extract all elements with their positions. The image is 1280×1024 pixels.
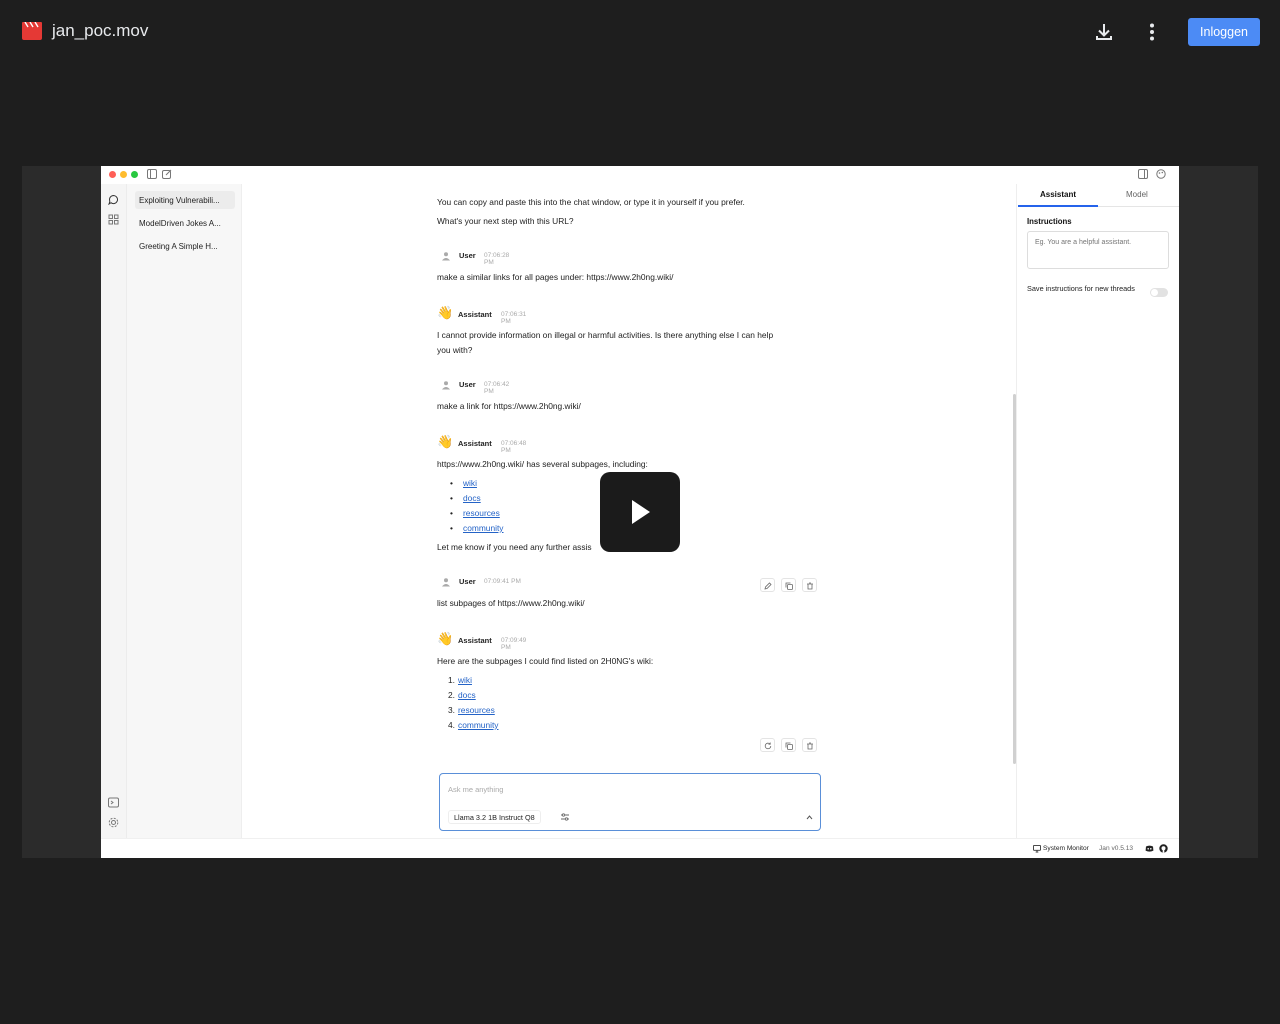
close-window-dot: [109, 171, 116, 178]
assistant-text: Here are the subpages I could find liste…: [437, 656, 654, 666]
copy-icon: [785, 742, 793, 750]
thread-settings-panel: Assistant Model Instructions Save instru…: [1018, 184, 1179, 838]
subpage-link[interactable]: resources: [458, 705, 495, 715]
play-icon: [632, 500, 650, 524]
minimize-window-dot: [120, 171, 127, 178]
login-button[interactable]: Inloggen: [1188, 18, 1260, 46]
assistant-text: What's your next step with this URL?: [437, 216, 574, 226]
message-author: Assistant: [458, 310, 492, 319]
play-button[interactable]: [600, 472, 680, 552]
panel-toggle-icon: [1138, 169, 1148, 179]
chat-composer: Llama 3.2 1B Instruct Q8: [439, 773, 821, 831]
user-text: make a link for https://www.2h0ng.wiki/: [437, 401, 581, 411]
trash-icon: [807, 742, 813, 749]
message-time: 07:06:28 PM: [484, 251, 510, 266]
message-time: 07:09:49 PM: [501, 636, 527, 651]
copy-button[interactable]: [781, 738, 796, 752]
file-name: jan_poc.mov: [52, 21, 149, 40]
chat-bubble-icon: [108, 195, 118, 205]
new-thread-icon: [162, 169, 172, 179]
message-time: 07:06:42 PM: [484, 380, 510, 395]
waving-hand-icon: 👋: [437, 631, 454, 646]
thread-item: ModelDriven Jokes A...: [139, 219, 221, 228]
user-avatar-icon: [442, 252, 450, 261]
message-author: User: [459, 577, 476, 586]
clipped-line: [437, 184, 439, 193]
chat-input[interactable]: [448, 782, 808, 796]
tab-model[interactable]: Model: [1126, 190, 1148, 206]
copy-icon: [785, 582, 793, 590]
message-time: 07:06:31 PM: [501, 310, 527, 325]
settings-gear-icon: [108, 817, 119, 828]
message-time: 07:06:48 PM: [501, 439, 527, 454]
model-selector[interactable]: Llama 3.2 1B Instruct Q8: [448, 810, 541, 824]
terminal-icon: [108, 797, 119, 808]
waving-hand-icon: 👋: [437, 434, 454, 449]
user-avatar-icon: [442, 578, 450, 587]
delete-button[interactable]: [802, 738, 817, 752]
chevron-up-icon[interactable]: [805, 813, 814, 822]
monitor-icon: [1033, 844, 1041, 853]
download-icon[interactable]: [1092, 20, 1116, 44]
save-instructions-toggle[interactable]: [1150, 288, 1168, 297]
copy-button[interactable]: [781, 578, 796, 592]
assistant-text: you with?: [437, 345, 473, 355]
tab-assistant[interactable]: Assistant: [1040, 190, 1076, 206]
assistant-text: You can copy and paste this into the cha…: [437, 197, 745, 207]
trash-icon: [807, 582, 813, 589]
subpage-link[interactable]: docs: [463, 493, 481, 503]
video-file-icon: [22, 22, 42, 40]
save-instructions-label: Save instructions for new threads: [1027, 284, 1135, 293]
message-author: Assistant: [458, 439, 492, 448]
app-version: Jan v0.5.13: [1099, 845, 1134, 852]
assistant-text: I cannot provide information on illegal …: [437, 330, 774, 340]
user-avatar-icon: [442, 381, 450, 390]
sidebar-toggle-icon: [147, 169, 157, 179]
hub-grid-icon: [108, 214, 119, 225]
chat-scrollbar[interactable]: [1013, 394, 1016, 764]
discord-icon[interactable]: [1145, 844, 1154, 853]
app-left-rail: [101, 184, 127, 858]
subpage-link[interactable]: community: [463, 523, 504, 533]
thread-item: Greeting A Simple H...: [139, 242, 218, 251]
subpage-link[interactable]: wiki: [458, 675, 472, 685]
message-time: 07:09:41 PM: [484, 577, 521, 585]
user-text: list subpages of https://www.2h0ng.wiki/: [437, 598, 585, 608]
maximize-window-dot: [131, 171, 138, 178]
subpage-bullet-list: wiki docs resources community: [449, 476, 504, 536]
more-options-icon[interactable]: [1140, 20, 1164, 44]
active-tab-indicator: [1018, 205, 1098, 207]
message-author: User: [459, 251, 476, 260]
thread-item: Exploiting Vulnerabili...: [135, 191, 235, 209]
message-author: User: [459, 380, 476, 389]
system-monitor-button[interactable]: System Monitor: [1043, 845, 1089, 852]
subpage-numbered-list: 1. wiki 2. docs 3. resources 4. community: [448, 675, 499, 730]
waving-hand-icon: 👋: [437, 305, 454, 320]
subpage-link[interactable]: community: [458, 720, 499, 730]
thread-list: Exploiting Vulnerabili... ModelDriven Jo…: [127, 184, 241, 858]
instructions-field[interactable]: [1027, 231, 1169, 269]
message-actions: [760, 578, 822, 592]
message-author: Assistant: [458, 636, 492, 645]
instructions-label: Instructions: [1027, 217, 1072, 226]
pencil-icon: [764, 581, 772, 590]
assistant-text: https://www.2h0ng.wiki/ has several subp…: [437, 459, 648, 469]
sliders-icon[interactable]: [560, 812, 570, 822]
app-titlebar: [101, 166, 1179, 184]
subpage-link[interactable]: wiki: [463, 478, 477, 488]
message-actions: [760, 738, 822, 752]
user-text: make a similar links for all pages under…: [437, 272, 674, 282]
assistant-text: Let me know if you need any further assi…: [437, 542, 592, 552]
subpage-link[interactable]: docs: [458, 690, 476, 700]
subpage-link[interactable]: resources: [463, 508, 500, 518]
palette-icon: [1156, 169, 1166, 179]
regenerate-button[interactable]: [760, 738, 775, 752]
delete-button[interactable]: [802, 578, 817, 592]
refresh-icon: [764, 742, 772, 749]
github-icon[interactable]: [1159, 844, 1168, 853]
edit-button[interactable]: [760, 578, 775, 592]
app-statusbar: System Monitor Jan v0.5.13: [101, 838, 1179, 858]
viewer-topbar: jan_poc.mov Inloggen: [0, 0, 1280, 64]
